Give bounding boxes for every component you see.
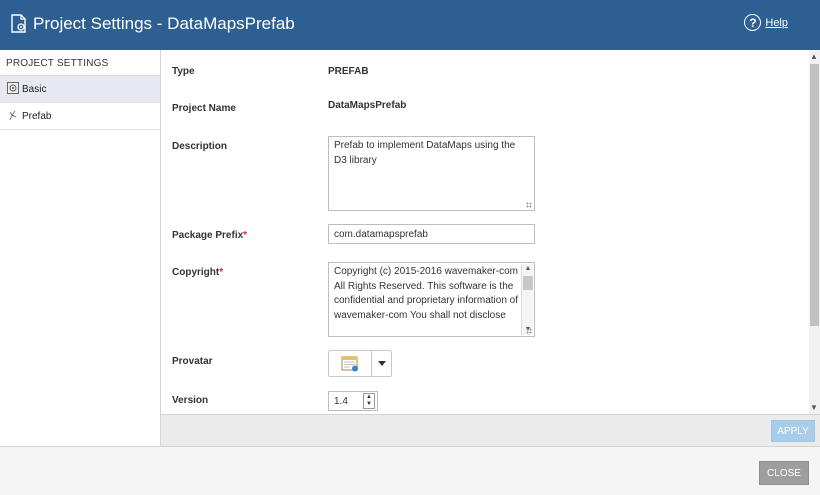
version-label: Version: [172, 395, 209, 406]
prefab-icon: [7, 109, 19, 124]
settings-form: Type PREFAB Project Name DataMapsPrefab …: [161, 50, 809, 414]
settings-sidebar: PROJECT SETTINGS Basic Prefab: [0, 50, 161, 446]
close-button[interactable]: CLOSE: [759, 461, 809, 485]
package-prefix-label: Package Prefix*: [172, 230, 248, 241]
dialog-title: Project Settings - DataMapsPrefab: [33, 14, 295, 33]
resize-grip-icon[interactable]: [526, 328, 532, 334]
apply-bar: APPLY: [161, 414, 820, 446]
provatar-label: Provatar: [172, 356, 213, 367]
version-value[interactable]: 1.4: [329, 396, 363, 407]
description-text: Prefab to implement DataMaps using the D…: [334, 140, 516, 166]
calendar-image-icon[interactable]: [329, 351, 372, 376]
dialog-titlebar: Project Settings - DataMapsPrefab ? Help: [0, 0, 820, 50]
provatar-picker[interactable]: [328, 350, 392, 377]
scroll-thumb[interactable]: [523, 276, 533, 290]
type-label: Type: [172, 66, 195, 77]
copyright-textarea[interactable]: Copyright (c) 2015-2016 wavemaker-com Al…: [328, 262, 535, 337]
description-label: Description: [172, 141, 228, 152]
scroll-up-icon[interactable]: ▲: [810, 52, 818, 61]
copyright-scrollbar[interactable]: ▲ ▼: [521, 264, 533, 335]
chevron-down-icon[interactable]: [372, 351, 391, 376]
version-stepper[interactable]: 1.4 ▲ ▼: [328, 391, 378, 411]
resize-grip-icon[interactable]: [526, 202, 532, 208]
type-value: PREFAB: [328, 66, 369, 77]
help-icon[interactable]: ?: [744, 14, 762, 31]
apply-button[interactable]: APPLY: [771, 420, 815, 442]
help-label[interactable]: Help: [765, 17, 788, 29]
required-marker: *: [243, 230, 248, 241]
help-link[interactable]: ? Help: [744, 14, 788, 31]
scroll-up-icon[interactable]: ▲: [522, 264, 534, 274]
package-prefix-input[interactable]: com.datamapsprefab: [328, 224, 535, 244]
content-scrollbar[interactable]: ▲ ▼: [809, 50, 820, 414]
settings-panel-icon: [7, 81, 19, 97]
required-marker: *: [219, 267, 224, 278]
sidebar-header: PROJECT SETTINGS: [0, 50, 160, 76]
stepper-arrows[interactable]: ▲ ▼: [363, 393, 375, 409]
project-name-label: Project Name: [172, 103, 236, 114]
copyright-label: Copyright*: [172, 267, 224, 278]
increment-icon[interactable]: ▲: [364, 394, 374, 401]
project-name-value: DataMapsPrefab: [328, 100, 407, 111]
sidebar-item-label: Basic: [22, 83, 47, 95]
sidebar-item-basic[interactable]: Basic: [0, 76, 160, 103]
project-settings-icon: [9, 14, 29, 34]
sidebar-item-prefab[interactable]: Prefab: [0, 103, 160, 130]
scroll-thumb[interactable]: [810, 64, 819, 326]
description-textarea[interactable]: Prefab to implement DataMaps using the D…: [328, 136, 535, 211]
scroll-down-icon[interactable]: ▼: [810, 403, 818, 412]
copyright-text: Copyright (c) 2015-2016 wavemaker-com Al…: [334, 266, 518, 321]
dialog-footer: CLOSE: [0, 446, 820, 495]
decrement-icon[interactable]: ▼: [364, 401, 374, 408]
sidebar-item-label: Prefab: [22, 110, 52, 122]
